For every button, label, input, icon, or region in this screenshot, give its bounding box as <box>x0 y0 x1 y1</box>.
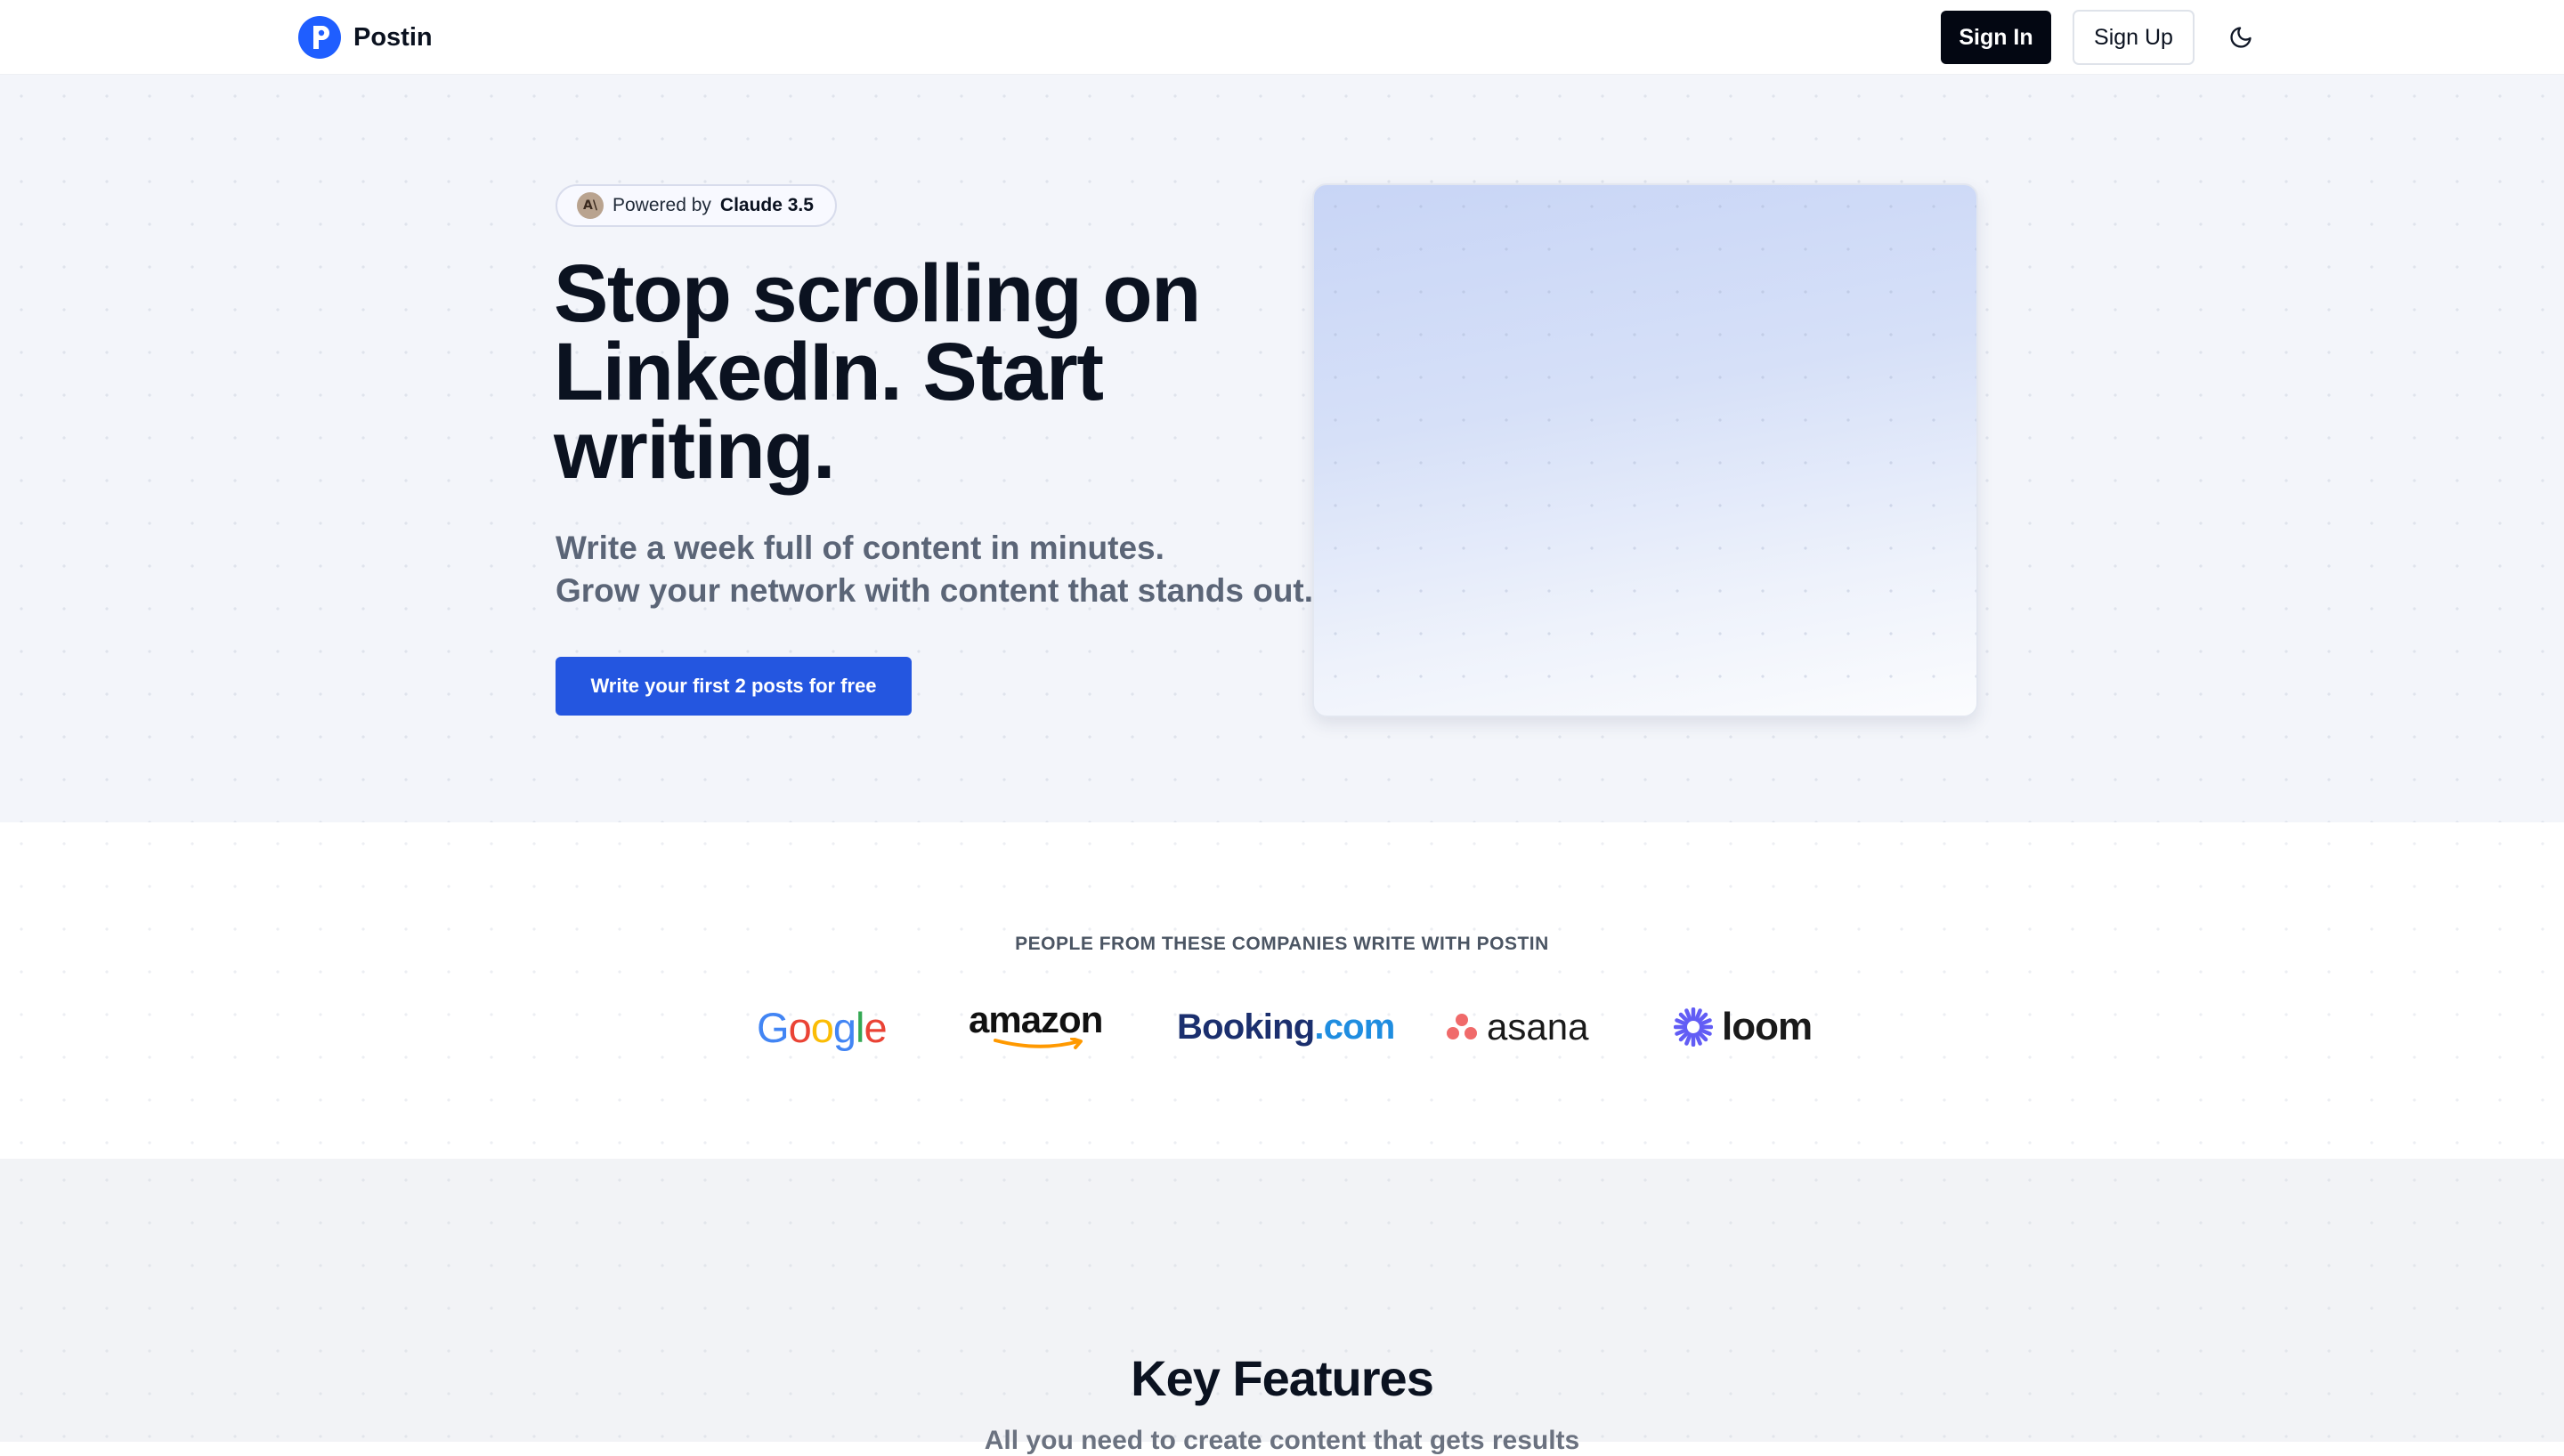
hero-headline: Stop scrolling on LinkedIn. Start writin… <box>554 248 1201 496</box>
hero-subline-1: Write a week full of content in minutes. <box>556 530 1164 566</box>
theme-toggle-button[interactable] <box>2221 18 2260 57</box>
sign-in-button[interactable]: Sign In <box>1941 11 2051 64</box>
booking-logo: Booking .com <box>1177 1007 1395 1047</box>
moon-icon <box>2230 27 2252 48</box>
brand-name: Postin <box>353 22 433 52</box>
loom-logo: loom <box>1674 991 1813 1063</box>
features-subtitle: All you need to create content that gets… <box>984 1426 1580 1455</box>
top-nav: Postin Sign In Sign Up <box>0 0 2564 75</box>
hero-preview-card <box>1312 183 1978 717</box>
companies-heading: PEOPLE FROM THESE COMPANIES WRITE WITH P… <box>1015 934 1549 954</box>
amazon-smile-icon <box>994 1038 1083 1049</box>
companies-section: PEOPLE FROM THESE COMPANIES WRITE WITH P… <box>0 822 2564 1159</box>
features-title: Key Features <box>1131 1350 1434 1406</box>
badge-prefix: Powered by <box>613 195 711 215</box>
google-logo: Google <box>757 1003 888 1051</box>
powered-by-badge: A\ Powered by Claude 3.5 <box>556 184 837 227</box>
brand-link[interactable]: Postin <box>298 16 433 59</box>
badge-model: Claude 3.5 <box>719 195 814 215</box>
loom-star-icon <box>1674 1007 1713 1047</box>
features-section: Key Features All you need to create cont… <box>0 1159 2564 1455</box>
asana-dots-icon <box>1447 1014 1477 1039</box>
asana-logo: asana <box>1446 991 1588 1063</box>
anthropic-icon: A\ <box>577 192 604 219</box>
cta-button[interactable]: Write your first 2 posts for free <box>556 657 912 716</box>
hero-section: A\ Powered by Claude 3.5 Stop scrolling … <box>0 75 2564 822</box>
postin-logo-icon <box>298 16 341 59</box>
company-logo-row: Google amazon Booking .com asana loom <box>0 991 2564 1063</box>
hero-subheadline: Write a week full of content in minutes.… <box>556 527 1321 612</box>
hero-subline-2: Grow your network with content that stan… <box>556 572 1314 609</box>
amazon-logo: amazon <box>969 991 1103 1063</box>
sign-up-button[interactable]: Sign Up <box>2073 10 2195 65</box>
